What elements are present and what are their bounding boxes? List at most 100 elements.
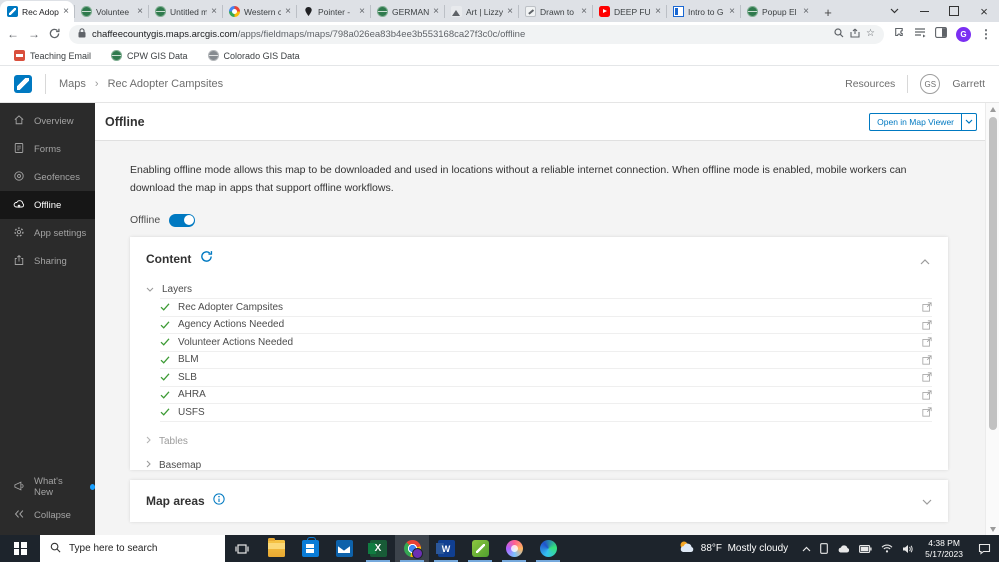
refresh-icon[interactable] xyxy=(200,250,213,268)
sidebar-item-app-settings[interactable]: App settings xyxy=(0,219,95,247)
browser-menu-icon[interactable]: ⋮ xyxy=(980,28,992,40)
resources-link[interactable]: Resources xyxy=(845,78,895,90)
onedrive-cloud-icon[interactable] xyxy=(837,544,850,553)
action-center-button[interactable] xyxy=(969,535,999,562)
wifi-icon[interactable] xyxy=(881,544,893,553)
taskbar-search-input[interactable]: Type here to search xyxy=(40,535,225,562)
sidebar-item-forms[interactable]: Forms xyxy=(0,135,95,163)
open-layer-external-icon[interactable] xyxy=(922,337,932,347)
tab-close-icon[interactable]: × xyxy=(285,6,291,17)
user-avatar[interactable]: GS xyxy=(920,74,941,94)
tab-western-search[interactable]: Western c × xyxy=(222,1,296,22)
open-layer-external-icon[interactable] xyxy=(922,407,932,417)
scroll-down-arrow[interactable] xyxy=(986,523,999,535)
tab-close-icon[interactable]: × xyxy=(803,6,809,17)
your-phone-icon[interactable] xyxy=(820,543,829,554)
tables-group-row[interactable]: Tables xyxy=(146,433,932,450)
battery-icon[interactable] xyxy=(859,544,872,553)
info-icon[interactable] xyxy=(213,492,225,510)
tab-close-icon[interactable]: × xyxy=(63,6,69,17)
bookmark-teaching-email[interactable]: Teaching Email xyxy=(14,50,91,61)
tab-german[interactable]: GERMAN × xyxy=(370,1,444,22)
tab-close-icon[interactable]: × xyxy=(211,6,217,17)
back-icon[interactable]: ← xyxy=(7,28,19,40)
scroll-up-arrow[interactable] xyxy=(986,103,999,115)
reload-icon[interactable] xyxy=(49,28,60,41)
paint-app-button[interactable] xyxy=(497,535,531,562)
tab-close-icon[interactable]: × xyxy=(729,6,735,17)
zoom-icon[interactable] xyxy=(834,25,844,43)
green-app-button[interactable] xyxy=(463,535,497,562)
open-layer-external-icon[interactable] xyxy=(922,302,932,312)
open-layer-external-icon[interactable] xyxy=(922,320,932,330)
sidebar-item-whats-new[interactable]: What's New xyxy=(0,473,95,501)
tab-drawn-to[interactable]: Drawn to × xyxy=(518,1,592,22)
tab-close-icon[interactable]: × xyxy=(655,6,661,17)
layers-group-row[interactable]: Layers xyxy=(146,281,932,298)
sidebar-item-overview[interactable]: Overview xyxy=(0,107,95,135)
bookmark-star-icon[interactable]: ☆ xyxy=(866,29,875,39)
tab-search-chevron-icon[interactable] xyxy=(879,0,909,22)
task-view-button[interactable] xyxy=(225,535,259,562)
window-close-button[interactable]: × xyxy=(969,0,999,22)
new-tab-button[interactable]: + xyxy=(818,2,838,22)
field-maps-logo[interactable] xyxy=(14,75,32,93)
open-layer-external-icon[interactable] xyxy=(922,355,932,365)
speaker-icon[interactable] xyxy=(902,544,913,554)
start-button[interactable] xyxy=(0,535,40,562)
tab-close-icon[interactable]: × xyxy=(137,6,143,17)
tab-rec-adopter[interactable]: Rec Adop × xyxy=(0,1,74,22)
chrome-icon xyxy=(403,540,423,559)
page-scrollbar[interactable] xyxy=(985,103,999,535)
open-layer-external-icon[interactable] xyxy=(922,372,932,382)
extensions-puzzle-icon[interactable] xyxy=(893,25,905,43)
open-layer-external-icon[interactable] xyxy=(922,390,932,400)
tab-untitled-map[interactable]: Untitled m × xyxy=(148,1,222,22)
bookmark-cpw-gis[interactable]: CPW GIS Data xyxy=(111,50,188,61)
bookmark-colorado-gis[interactable]: Colorado GIS Data xyxy=(207,50,300,61)
sidebar-item-sharing[interactable]: Sharing xyxy=(0,247,95,275)
window-maximize-button[interactable] xyxy=(939,0,969,22)
chrome-button[interactable] xyxy=(395,535,429,562)
tab-art-lizzy[interactable]: Art | Lizzy × xyxy=(444,1,518,22)
share-icon[interactable] xyxy=(850,25,860,43)
scrollbar-thumb[interactable] xyxy=(989,117,997,430)
sidebar-item-offline[interactable]: Offline xyxy=(0,191,95,219)
tab-close-icon[interactable]: × xyxy=(581,6,587,17)
media-controls-icon[interactable] xyxy=(914,25,926,43)
tab-intro-to[interactable]: Intro to G × xyxy=(666,1,740,22)
sidebar-item-label: App settings xyxy=(34,227,87,239)
offline-toggle[interactable] xyxy=(169,213,196,227)
breadcrumb-maps-link[interactable]: Maps xyxy=(59,78,86,90)
taskbar-weather[interactable]: 88°F Mostly cloudy xyxy=(670,535,796,562)
basemap-group-row[interactable]: Basemap xyxy=(146,457,932,474)
file-explorer-button[interactable] xyxy=(259,535,293,562)
edge-button[interactable] xyxy=(531,535,565,562)
browser-profile-avatar[interactable]: G xyxy=(956,26,971,42)
tab-close-icon[interactable]: × xyxy=(433,6,439,17)
mail-button[interactable] xyxy=(327,535,361,562)
open-in-map-viewer-button[interactable]: Open in Map Viewer xyxy=(869,112,977,131)
tab-pointer[interactable]: Pointer - × xyxy=(296,1,370,22)
forward-icon[interactable]: → xyxy=(28,28,40,40)
collapse-card-chevron-icon[interactable] xyxy=(920,252,930,270)
excel-button[interactable] xyxy=(361,535,395,562)
microsoft-store-button[interactable] xyxy=(293,535,327,562)
tab-close-icon[interactable]: × xyxy=(359,6,365,17)
tab-close-icon[interactable]: × xyxy=(507,6,513,17)
hidden-icons-chevron-icon[interactable] xyxy=(802,546,811,552)
side-panel-icon[interactable] xyxy=(935,25,947,43)
tab-volunteer[interactable]: Voluntee × xyxy=(74,1,148,22)
address-bar[interactable]: chaffeecountygis.maps.arcgis.com/apps/fi… xyxy=(69,24,884,44)
open-button-dropdown[interactable] xyxy=(961,113,976,130)
username[interactable]: Garrett xyxy=(952,78,985,90)
sidebar-collapse-button[interactable]: Collapse xyxy=(0,501,95,529)
tab-popup[interactable]: Popup El × xyxy=(740,1,814,22)
expand-card-chevron-icon[interactable] xyxy=(922,492,932,510)
tab-deep-fus[interactable]: DEEP FUS × xyxy=(592,1,666,22)
word-button[interactable] xyxy=(429,535,463,562)
window-minimize-button[interactable] xyxy=(909,0,939,22)
taskbar-clock[interactable]: 4:38 PM 5/17/2023 xyxy=(919,535,969,562)
header-divider xyxy=(907,75,909,93)
sidebar-item-geofences[interactable]: Geofences xyxy=(0,163,95,191)
